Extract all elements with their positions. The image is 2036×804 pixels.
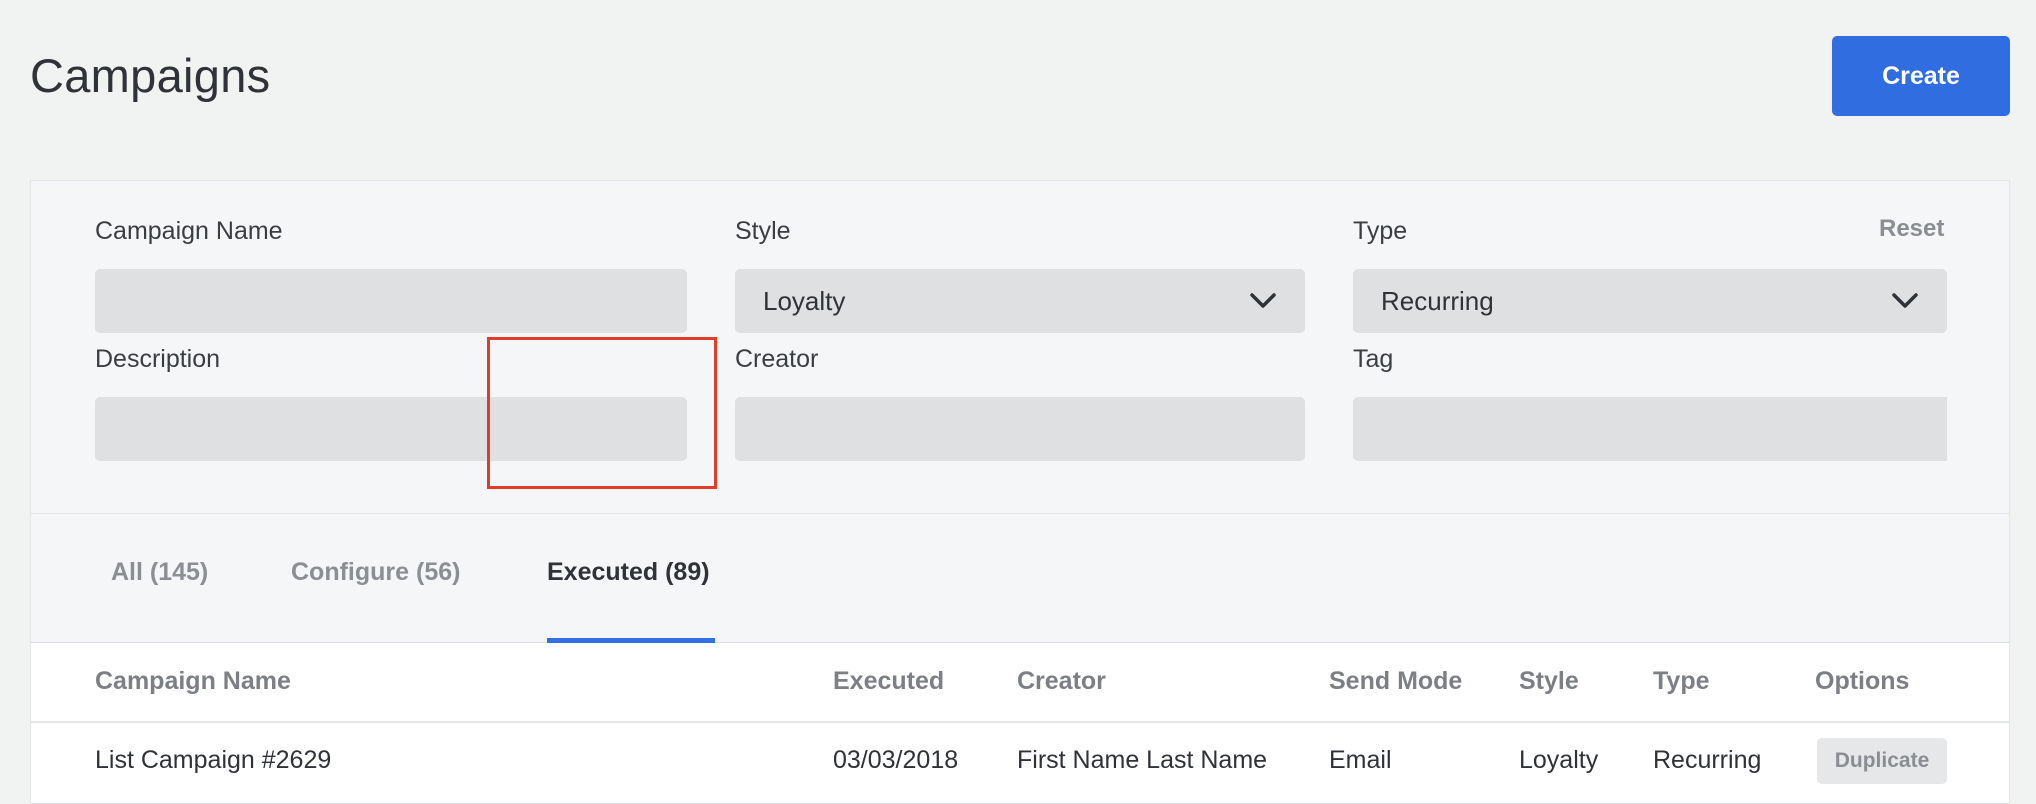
tag-label: Tag	[1353, 345, 1394, 373]
cell-creator: First Name Last Name	[1017, 746, 1268, 774]
creator-label: Creator	[735, 345, 819, 373]
style-label: Style	[735, 217, 791, 245]
cell-executed: 03/03/2018	[833, 746, 959, 774]
reset-link[interactable]: Reset	[1879, 215, 1944, 243]
campaigns-table: Campaign Name Executed Creator Send Mode…	[31, 643, 2009, 803]
cell-send-mode: Email	[1329, 746, 1392, 774]
column-header-creator[interactable]: Creator	[1017, 667, 1106, 696]
cell-type: Recurring	[1653, 746, 1762, 774]
type-label: Type	[1353, 217, 1408, 245]
cell-style: Loyalty	[1519, 746, 1599, 774]
tab-bar: All (145) Configure (56) Executed (89)	[31, 513, 2009, 643]
style-select[interactable]: Loyalty	[735, 269, 1305, 333]
tab-executed[interactable]: Executed (89)	[547, 558, 710, 587]
description-label: Description	[95, 345, 221, 373]
type-select[interactable]: Recurring	[1353, 269, 1947, 333]
column-header-style[interactable]: Style	[1519, 667, 1579, 696]
column-header-executed[interactable]: Executed	[833, 667, 944, 696]
column-header-type[interactable]: Type	[1653, 667, 1710, 696]
page-title: Campaigns	[30, 49, 271, 102]
campaign-name-label: Campaign Name	[95, 217, 283, 245]
column-header-campaign-name[interactable]: Campaign Name	[95, 667, 291, 696]
style-select-value: Loyalty	[763, 285, 846, 316]
tab-configure[interactable]: Configure (56)	[291, 558, 460, 587]
filter-section: Campaign Name Style Loyalty Type Reset R…	[31, 181, 2009, 513]
campaign-name-input[interactable]	[95, 269, 687, 333]
cell-campaign-name[interactable]: List Campaign #2629	[95, 746, 331, 775]
duplicate-button[interactable]: Duplicate	[1817, 738, 1947, 784]
chevron-down-icon	[1892, 293, 1918, 308]
type-select-value: Recurring	[1381, 285, 1494, 316]
campaigns-panel: Campaign Name Style Loyalty Type Reset R…	[30, 180, 2010, 804]
column-header-options: Options	[1815, 667, 1910, 695]
create-button[interactable]: Create	[1832, 36, 2010, 116]
column-header-send-mode[interactable]: Send Mode	[1329, 667, 1462, 696]
table-header-divider	[31, 721, 2009, 723]
tag-input[interactable]	[1353, 397, 1947, 461]
tab-all[interactable]: All (145)	[111, 558, 208, 587]
highlight-annotation-box	[487, 337, 717, 489]
creator-input[interactable]	[735, 397, 1305, 461]
chevron-down-icon	[1250, 293, 1276, 308]
